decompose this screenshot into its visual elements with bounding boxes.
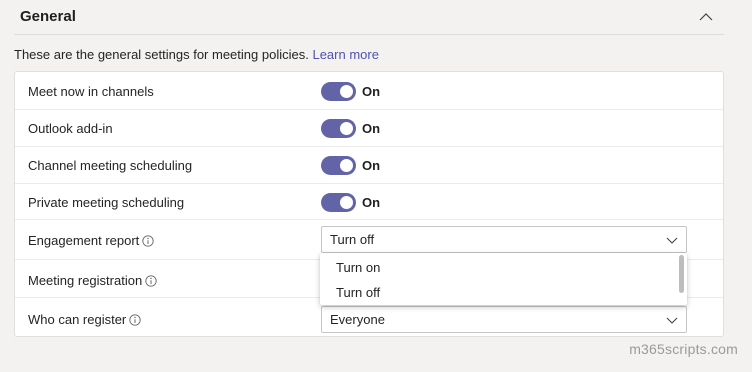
who-can-register-dropdown[interactable]: Everyone <box>321 306 687 333</box>
toggle-state-label: On <box>362 195 381 210</box>
chevron-down-icon <box>666 317 678 324</box>
setting-label: Engagement report <box>28 233 154 248</box>
setting-label: Who can register <box>28 312 141 327</box>
dropdown-value: Turn off <box>330 232 375 247</box>
section-title: General <box>20 8 76 25</box>
setting-row-meet-now: Meet now in channels On <box>15 72 723 110</box>
toggle-knob <box>340 159 353 172</box>
setting-label: Meet now in channels <box>28 84 154 99</box>
section-header: General <box>14 0 724 35</box>
menu-scrollbar[interactable] <box>679 255 684 293</box>
menu-option-turn-off[interactable]: Turn off <box>336 285 380 300</box>
toggle-knob <box>340 85 353 98</box>
menu-option-turn-on[interactable]: Turn on <box>336 260 380 275</box>
meet-now-toggle[interactable] <box>321 82 356 101</box>
toggle-knob <box>340 196 353 209</box>
dropdown-value: Everyone <box>330 312 385 327</box>
setting-label: Outlook add-in <box>28 121 113 136</box>
setting-label-text: Meeting registration <box>28 273 143 288</box>
chevron-up-icon[interactable] <box>698 9 714 25</box>
info-icon[interactable] <box>142 234 154 247</box>
toggle-knob <box>340 122 353 135</box>
setting-label: Private meeting scheduling <box>28 195 185 210</box>
description-text: These are the general settings for meeti… <box>14 47 309 62</box>
setting-row-outlook-addin: Outlook add-in On <box>15 110 723 147</box>
info-icon[interactable] <box>145 274 157 287</box>
engagement-report-dropdown[interactable]: Turn off <box>321 226 687 253</box>
learn-more-link[interactable]: Learn more <box>312 47 378 62</box>
setting-label-text: Engagement report <box>28 233 140 248</box>
watermark: m365scripts.com <box>629 341 738 357</box>
private-meeting-scheduling-toggle[interactable] <box>321 193 356 212</box>
section-description: These are the general settings for meeti… <box>14 47 379 62</box>
setting-label: Meeting registration <box>28 273 157 288</box>
setting-row-channel-meeting-scheduling: Channel meeting scheduling On <box>15 147 723 184</box>
toggle-state-label: On <box>362 158 381 173</box>
info-icon[interactable] <box>129 313 141 326</box>
outlook-addin-toggle[interactable] <box>321 119 356 138</box>
toggle-state-label: On <box>362 84 381 99</box>
setting-label: Channel meeting scheduling <box>28 158 193 173</box>
chevron-down-icon <box>666 237 678 244</box>
toggle-state-label: On <box>362 121 381 136</box>
engagement-report-menu: Turn on Turn off <box>320 253 687 305</box>
channel-meeting-scheduling-toggle[interactable] <box>321 156 356 175</box>
setting-label-text: Who can register <box>28 312 127 327</box>
setting-row-private-meeting-scheduling: Private meeting scheduling On <box>15 184 723 220</box>
